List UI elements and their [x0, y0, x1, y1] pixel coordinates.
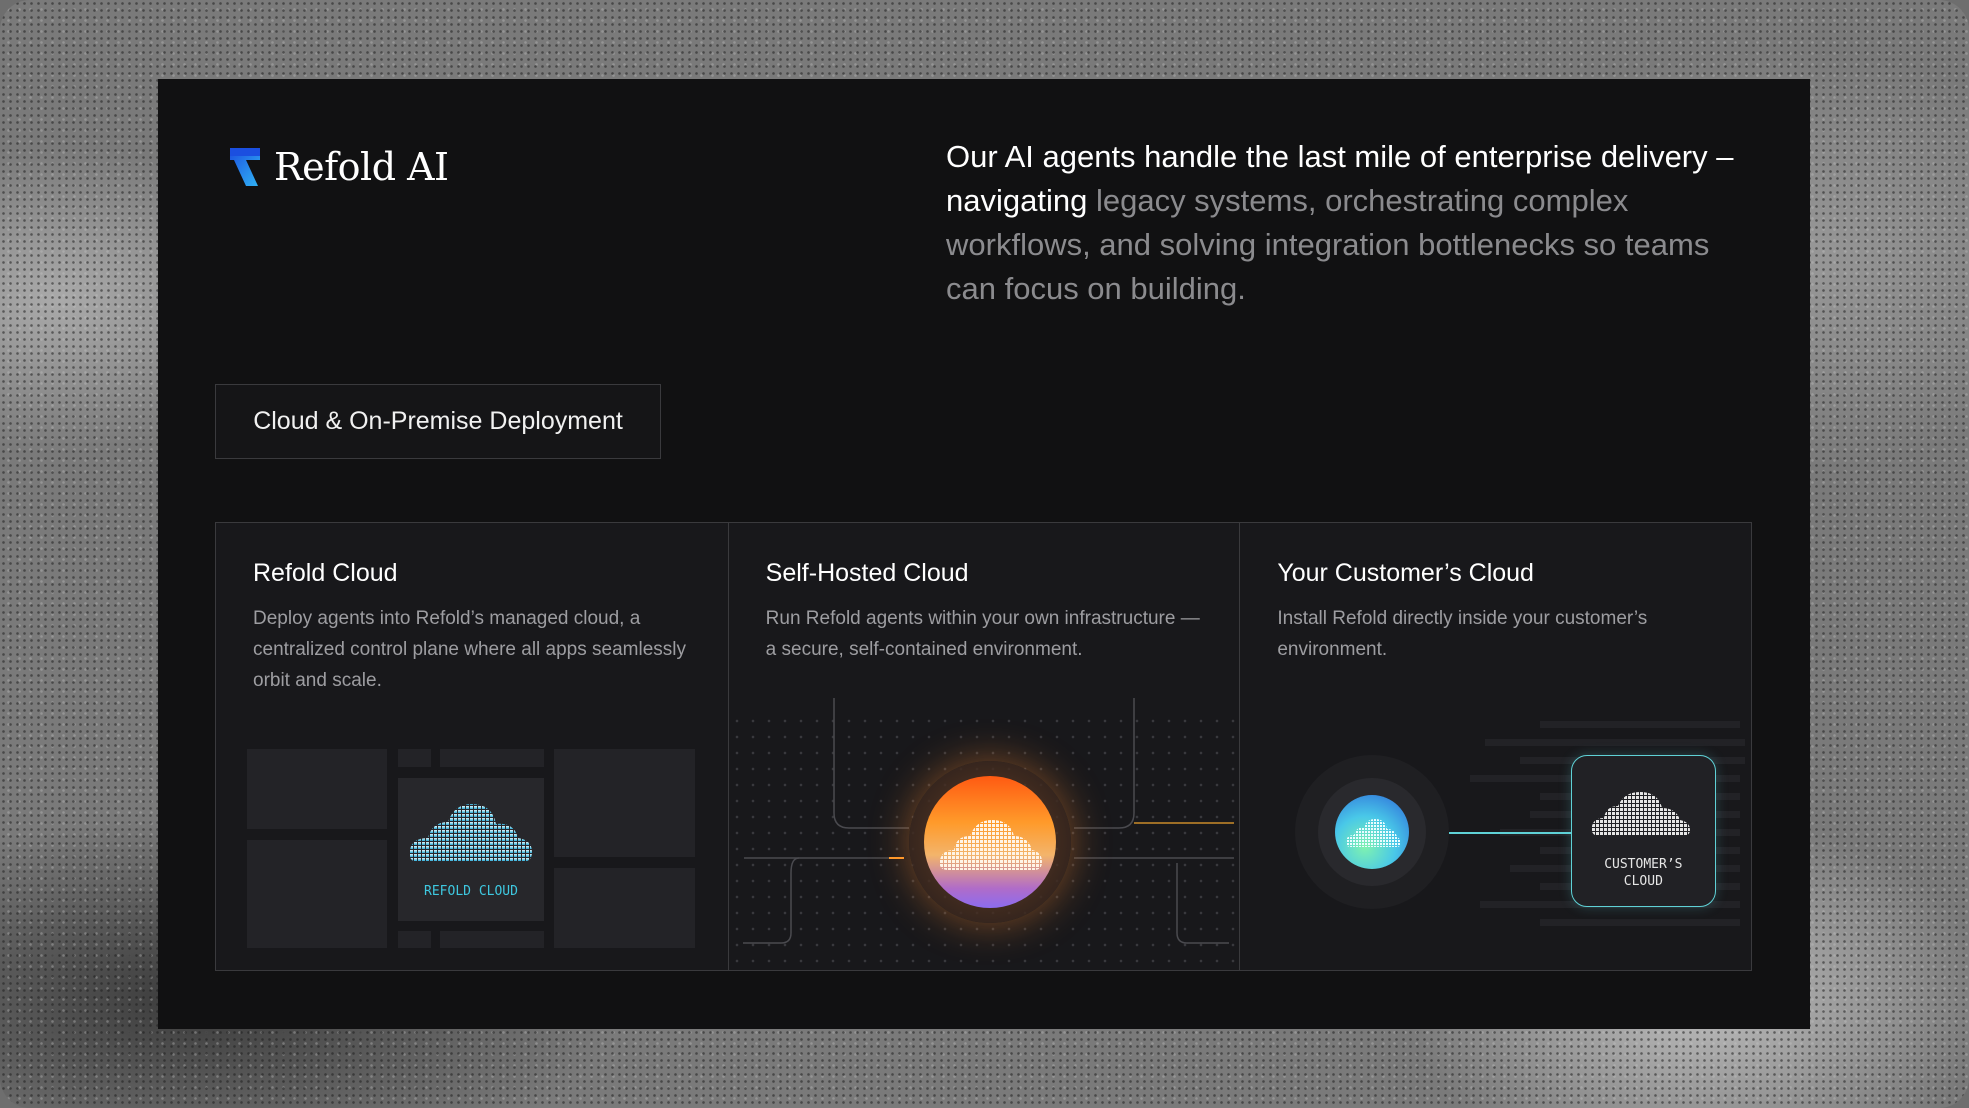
grid-tile	[247, 840, 387, 948]
customer-cloud-label-line2: CLOUD	[1623, 874, 1663, 889]
brand-logo[interactable]: Refold AI	[228, 145, 449, 189]
tagline: Our AI agents handle the last mile of en…	[946, 135, 1746, 311]
grid-tile	[554, 749, 695, 857]
refold-cloud-tile: REFOLD CLOUD	[398, 778, 544, 921]
section-label: Cloud & On-Premise Deployment	[215, 384, 661, 459]
refold-cloud-label: REFOLD CLOUD	[424, 884, 518, 899]
card-customer-cloud[interactable]: CUSTOMER’S CLOUD Your Customer’s Cloud I…	[1239, 523, 1751, 970]
grid-tile	[247, 749, 387, 829]
customer-cloud-label-line1: CUSTOMER’S	[1604, 857, 1683, 872]
deployment-cards: Refold Cloud Deploy agents into Refold’s…	[215, 522, 1752, 971]
card-title: Self-Hosted Cloud	[765, 559, 969, 587]
grid-tile	[554, 868, 695, 948]
card-description: Install Refold directly inside your cust…	[1277, 608, 1648, 660]
card-title: Your Customer’s Cloud	[1277, 559, 1534, 587]
grid-tile	[398, 931, 431, 948]
brand-name: Refold AI	[274, 145, 449, 189]
card-refold-cloud[interactable]: Refold Cloud Deploy agents into Refold’s…	[216, 523, 728, 970]
card-self-hosted-cloud[interactable]: Self-Hosted Cloud Run Refold agents with…	[727, 523, 1240, 970]
main-panel: Refold AI Our AI agents handle the last …	[158, 79, 1810, 1029]
grid-tile	[440, 931, 544, 948]
grid-tile	[440, 749, 544, 767]
card-title: Refold Cloud	[253, 559, 398, 587]
refold-logo-icon	[230, 148, 260, 186]
cloud-icon	[939, 820, 1042, 870]
cloud-icon	[1346, 819, 1402, 847]
grid-tile	[398, 749, 431, 767]
customer-cloud-box: CUSTOMER’S CLOUD	[1571, 755, 1717, 907]
cloud-icon	[409, 804, 532, 862]
card-description: Deploy agents into Refold’s managed clou…	[253, 608, 687, 691]
cloud-icon	[1592, 792, 1691, 836]
card-description: Run Refold agents within your own infras…	[765, 608, 1200, 660]
